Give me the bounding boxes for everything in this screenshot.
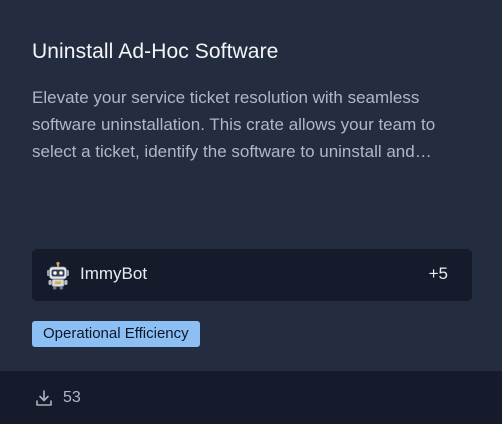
author-name[interactable]: ImmyBot	[80, 264, 147, 284]
robot-icon	[43, 261, 73, 291]
card-footer: 53	[0, 371, 502, 424]
author-row[interactable]: ImmyBot +5	[32, 249, 472, 301]
more-authors-count[interactable]: +5	[429, 264, 448, 284]
download-icon	[35, 389, 53, 407]
category-tag[interactable]: Operational Efficiency	[32, 321, 200, 347]
card-description: Elevate your service ticket resolution w…	[32, 88, 436, 161]
crate-card[interactable]: Uninstall Ad-Hoc Software Elevate your s…	[0, 0, 502, 424]
card-title: Uninstall Ad-Hoc Software	[32, 40, 279, 63]
download-count: 53	[63, 389, 81, 406]
